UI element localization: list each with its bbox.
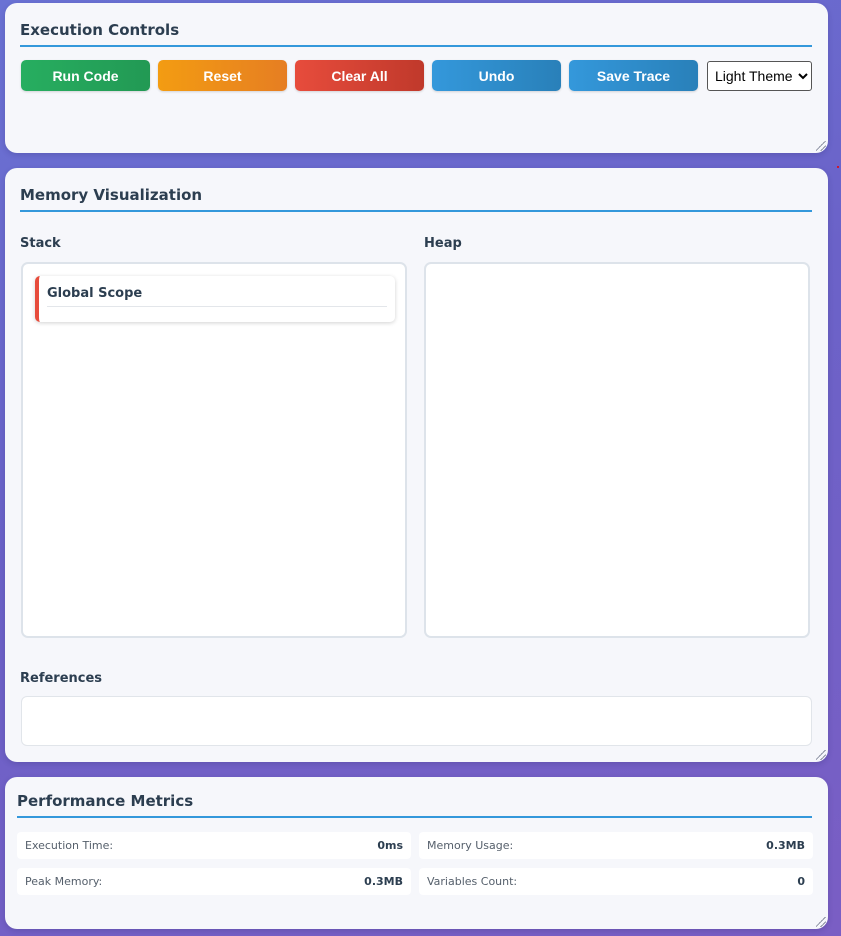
metric-label: Memory Usage:: [427, 839, 514, 852]
metric-label: Peak Memory:: [25, 875, 103, 888]
theme-select[interactable]: Light Theme: [707, 60, 812, 91]
heap-label: Heap: [424, 236, 462, 251]
references-label: References: [20, 671, 103, 686]
metric-value: 0: [797, 875, 805, 888]
metric-label: Execution Time:: [25, 839, 114, 852]
resize-grip-icon[interactable]: [816, 917, 826, 927]
memory-visualization-panel: Memory Visualization Stack Heap Global S…: [5, 168, 828, 762]
resize-grip-icon[interactable]: [816, 750, 826, 760]
metric-label: Variables Count:: [427, 875, 518, 888]
controls-button-row: Run Code Reset Clear All Undo Save Trace…: [21, 60, 812, 91]
stack-frame-title: Global Scope: [47, 286, 387, 307]
resize-grip-icon[interactable]: [816, 141, 826, 151]
reset-button[interactable]: Reset: [158, 60, 287, 91]
execution-controls-panel: Execution Controls Run Code Reset Clear …: [5, 3, 828, 153]
metric-execution-time: Execution Time: 0ms: [17, 832, 411, 859]
performance-metrics-title: Performance Metrics: [17, 792, 812, 818]
metric-variables-count: Variables Count: 0: [419, 868, 813, 895]
references-container: [21, 696, 812, 746]
metric-peak-memory: Peak Memory: 0.3MB: [17, 868, 411, 895]
stray-dot: [837, 166, 839, 168]
undo-button[interactable]: Undo: [432, 60, 561, 91]
metric-value: 0.3MB: [766, 839, 805, 852]
memory-visualization-title: Memory Visualization: [20, 186, 812, 212]
metric-value: 0ms: [377, 839, 403, 852]
save-trace-button[interactable]: Save Trace: [569, 60, 698, 91]
stack-label: Stack: [20, 236, 61, 251]
metric-value: 0.3MB: [364, 875, 403, 888]
stack-frame[interactable]: Global Scope: [35, 276, 395, 322]
clear-all-button[interactable]: Clear All: [295, 60, 424, 91]
metric-memory-usage: Memory Usage: 0.3MB: [419, 832, 813, 859]
run-code-button[interactable]: Run Code: [21, 60, 150, 91]
stack-container: Global Scope: [21, 262, 407, 638]
performance-metrics-panel: Performance Metrics Execution Time: 0ms …: [5, 777, 828, 929]
execution-controls-title: Execution Controls: [20, 21, 812, 47]
heap-container: [424, 262, 810, 638]
